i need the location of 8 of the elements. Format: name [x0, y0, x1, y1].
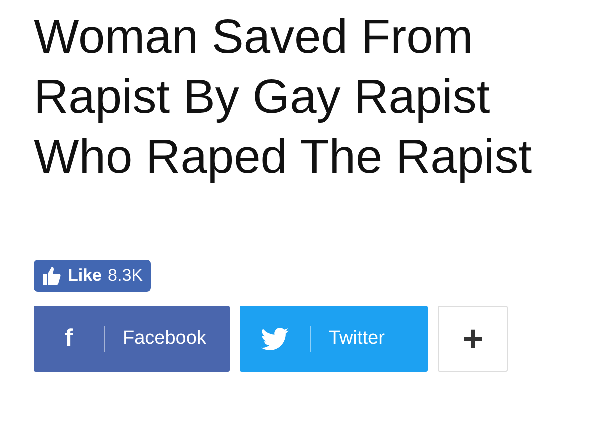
thumbs-up-icon	[42, 266, 62, 286]
like-button[interactable]: Like 8.3K	[34, 260, 152, 292]
facebook-share-button[interactable]: f Facebook	[34, 306, 230, 372]
twitter-share-button[interactable]: Twitter	[240, 306, 428, 372]
more-share-button[interactable]: +	[438, 306, 508, 372]
headline: Woman Saved From Rapist By Gay Rapist Who Raped The Rapist	[34, 10, 534, 186]
bird-icon	[261, 328, 289, 350]
facebook-icon: f	[34, 321, 104, 357]
